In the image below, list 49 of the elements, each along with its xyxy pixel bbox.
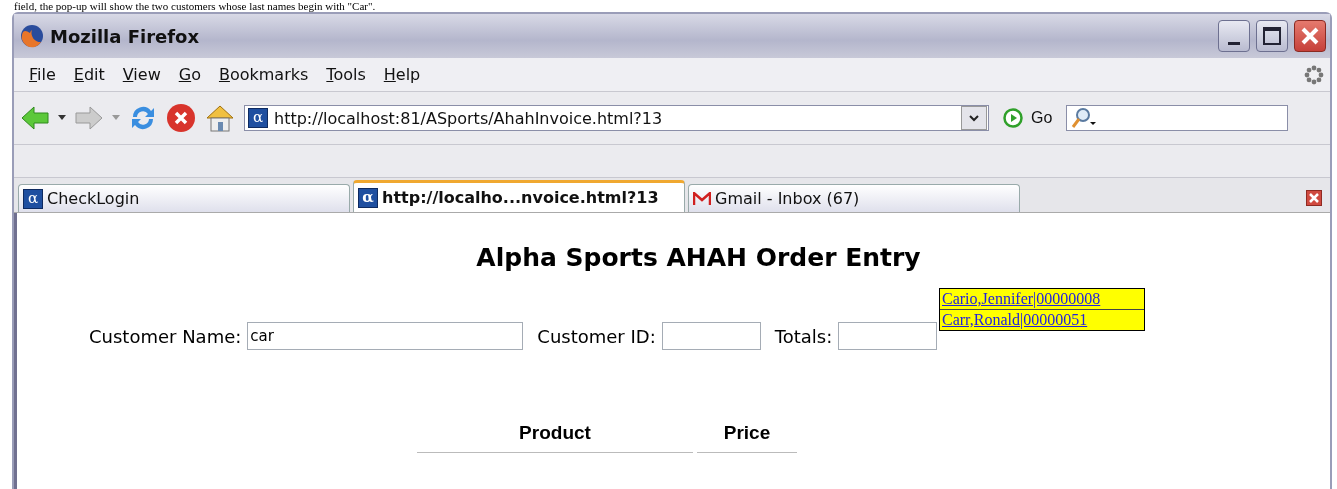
forward-icon[interactable] [74, 105, 104, 131]
text-field[interactable] [838, 322, 938, 350]
document-text: field, the pop-up will show the two customers whose last names begin with "Car". [14, 0, 376, 12]
throbber-icon [1304, 64, 1324, 85]
menu-item[interactable]: Tools [317, 65, 375, 84]
stop-icon[interactable] [166, 103, 196, 133]
menu-item[interactable]: Go [169, 65, 210, 84]
text-field[interactable]: car [247, 322, 524, 350]
chevron-down-icon [969, 114, 979, 122]
column-header: Product [417, 422, 693, 453]
close-icon [1309, 193, 1319, 203]
firefox-icon [20, 24, 44, 48]
maximize-button[interactable] [1256, 20, 1288, 52]
alpha-icon: α [23, 188, 43, 209]
field-label: Customer ID: [537, 325, 656, 347]
close-button[interactable] [1294, 20, 1326, 52]
close-tab-button[interactable] [1306, 190, 1322, 206]
alpha-icon: α [358, 187, 378, 208]
dropdown-button[interactable] [961, 106, 987, 130]
minimize-button[interactable] [1218, 20, 1250, 52]
menu-item[interactable]: Help [374, 65, 430, 84]
caret-icon[interactable] [58, 115, 66, 121]
window-title: Mozilla Firefox [50, 25, 201, 47]
search-icon [1071, 107, 1098, 129]
suggestion-link[interactable]: Carr,Ronald|00000051 [940, 310, 1144, 330]
browser-tab[interactable]: α CheckLogin [18, 184, 350, 212]
menu-item[interactable]: Bookmarks [209, 65, 318, 84]
go-button[interactable]: Go [997, 108, 1059, 128]
browser-tab[interactable]: α http://localho...nvoice.html?13 [353, 180, 685, 212]
text-field[interactable] [661, 322, 761, 350]
menu-item[interactable]: View [113, 65, 170, 84]
maximize-icon [1262, 26, 1282, 46]
back-icon[interactable] [20, 105, 50, 131]
column-header: Price [697, 422, 797, 453]
field-label: Customer Name: [89, 325, 242, 347]
page-heading: Alpha Sports AHAH Order Entry [475, 243, 922, 272]
close-icon [1299, 25, 1321, 47]
play-icon [1003, 108, 1023, 128]
search-field[interactable] [1066, 105, 1289, 131]
home-icon[interactable] [204, 103, 236, 133]
menu-item[interactable]: Edit [64, 65, 114, 84]
browser-tab[interactable]: Gmail - Inbox (67) [688, 184, 1020, 212]
minimize-icon [1228, 41, 1240, 45]
menu-item[interactable]: File [20, 65, 65, 84]
alpha-icon: α [248, 108, 268, 128]
address-field[interactable]: α http://localhost:81/ASports/AhahInvoice.html?13 [244, 105, 989, 131]
suggestion-link[interactable]: Cario,Jennifer|00000008 [940, 289, 1144, 310]
mail-icon [693, 191, 711, 206]
field-label: Totals: [774, 325, 833, 347]
